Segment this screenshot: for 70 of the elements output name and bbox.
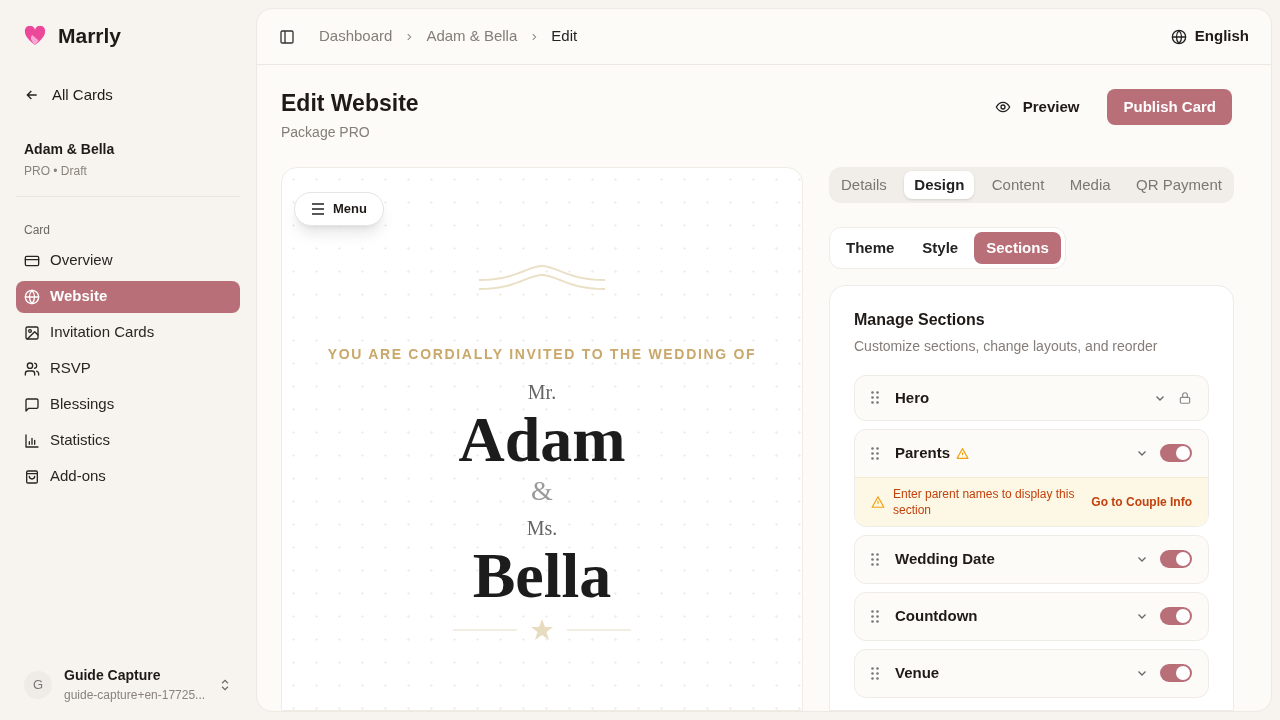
speech-bubble-icon bbox=[24, 396, 40, 413]
image-icon bbox=[24, 324, 40, 341]
sidebar-item[interactable]: Statistics bbox=[16, 424, 240, 457]
globe-icon bbox=[24, 288, 40, 305]
bride-name: Bella bbox=[472, 542, 612, 609]
sidebar-item[interactable]: Blessings bbox=[16, 388, 240, 421]
eye-icon bbox=[994, 99, 1011, 115]
section-name: Countdown bbox=[895, 606, 978, 626]
warning-icon bbox=[956, 446, 970, 460]
page-subtitle: Package PRO bbox=[281, 122, 371, 142]
users-icon bbox=[24, 360, 40, 377]
toggle-switch[interactable] bbox=[1160, 607, 1192, 626]
toggle-switch[interactable] bbox=[1160, 664, 1192, 683]
subtab[interactable]: Theme bbox=[834, 231, 907, 264]
bar-chart-icon bbox=[24, 432, 40, 449]
sidebar-item[interactable]: RSVP bbox=[16, 352, 240, 385]
sidebar-item[interactable]: Add-ons bbox=[16, 460, 240, 493]
sidebar-item[interactable]: Website bbox=[16, 280, 240, 313]
groom-name: Adam bbox=[458, 406, 626, 473]
breadcrumb-link[interactable]: Dashboard bbox=[319, 25, 393, 48]
section-name: Venue bbox=[895, 663, 940, 683]
back-link[interactable]: All Cards bbox=[16, 84, 240, 107]
heart-logo-icon bbox=[24, 26, 46, 46]
drag-handle-icon[interactable] bbox=[871, 391, 879, 405]
shopping-bag-icon bbox=[24, 468, 40, 485]
page-title: Edit Website bbox=[281, 89, 419, 118]
subtab[interactable]: Sections bbox=[974, 231, 1061, 264]
sidebar-toggle-icon[interactable] bbox=[279, 28, 295, 45]
brand-name: Marrly bbox=[58, 23, 122, 50]
bride-title: Ms. bbox=[526, 515, 558, 541]
menu-button[interactable]: Menu bbox=[294, 191, 384, 226]
publish-button[interactable]: Publish Card bbox=[1107, 89, 1232, 125]
drag-handle-icon[interactable] bbox=[871, 552, 879, 566]
preview-button[interactable]: Preview bbox=[982, 89, 1092, 125]
sections-subtitle: Customize sections, change layouts, and reorder bbox=[854, 336, 1159, 356]
drag-handle-icon[interactable] bbox=[871, 446, 879, 460]
card-status: PRO • Draft bbox=[24, 162, 88, 180]
tab[interactable]: Content bbox=[983, 170, 1053, 199]
section-name: Parents bbox=[895, 443, 951, 463]
warning-icon bbox=[871, 494, 885, 509]
tab[interactable]: Design bbox=[904, 170, 975, 199]
sidebar-item[interactable]: Invitation Cards bbox=[16, 316, 240, 349]
section-name: Hero bbox=[895, 387, 930, 408]
ampersand: & bbox=[531, 473, 553, 508]
drag-handle-icon[interactable] bbox=[871, 609, 879, 623]
groom-title: Mr. bbox=[527, 379, 557, 405]
sections-title: Manage Sections bbox=[854, 309, 986, 330]
section-name: Wedding Date bbox=[895, 549, 995, 569]
subtab[interactable]: Style bbox=[910, 231, 971, 264]
user-avatar: G bbox=[24, 670, 52, 699]
tab[interactable]: QR Payment bbox=[1128, 170, 1230, 199]
drag-handle-icon[interactable] bbox=[871, 666, 879, 680]
sidebar-section-label: Card bbox=[23, 221, 51, 239]
warning-message: Enter parent names to display this section bbox=[893, 485, 1076, 518]
lock-icon bbox=[1178, 390, 1192, 405]
toggle-switch[interactable] bbox=[1160, 444, 1192, 463]
card-title: Adam & Bella bbox=[24, 139, 116, 159]
toggle-switch[interactable] bbox=[1160, 550, 1192, 569]
invitation-line: YOU ARE CORDIALLY INVITED TO THE WEDDING OF bbox=[327, 344, 757, 364]
menu-icon bbox=[311, 202, 325, 215]
globe-icon bbox=[1170, 28, 1187, 45]
sidebar-item[interactable]: Overview bbox=[16, 244, 240, 277]
breadcrumb-current: Edit bbox=[551, 26, 578, 47]
tab[interactable]: Details bbox=[833, 170, 895, 199]
user-name: Guide Capture bbox=[64, 666, 162, 685]
tab[interactable]: Media bbox=[1061, 170, 1119, 199]
language-selector[interactable]: English bbox=[1194, 25, 1249, 48]
breadcrumb-link[interactable]: Adam & Bella bbox=[426, 25, 518, 48]
user-email: guide-capture+en-17725... bbox=[64, 687, 206, 704]
go-to-couple-info-link[interactable]: Go to Couple Info bbox=[1091, 492, 1192, 511]
